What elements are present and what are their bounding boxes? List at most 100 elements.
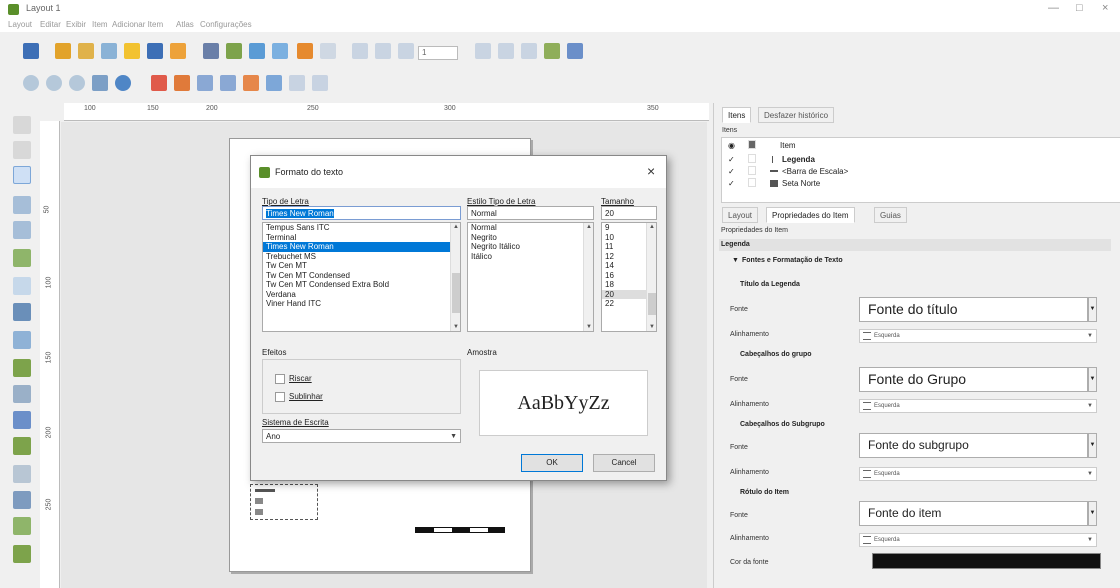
tab-layout[interactable]: Layout	[722, 207, 759, 223]
subgroup-font-button[interactable]: Fonte do subgrupo	[859, 433, 1088, 458]
undo-icon[interactable]	[297, 43, 313, 59]
style-list-item[interactable]: Itálico	[468, 252, 593, 262]
tab-guides[interactable]: Guias	[874, 207, 907, 223]
font-list-item[interactable]: Verdana	[263, 290, 460, 300]
redo-icon[interactable]	[320, 43, 336, 59]
add-legend-icon[interactable]	[13, 359, 31, 377]
lock-items-icon[interactable]	[243, 75, 259, 91]
first-feature-icon[interactable]	[375, 43, 391, 59]
tab-items[interactable]: Itens	[722, 107, 752, 123]
pan-icon[interactable]	[13, 116, 31, 134]
select-move-icon[interactable]	[13, 166, 31, 184]
style-list-item[interactable]: Negrito Itálico	[468, 242, 593, 252]
font-list-item[interactable]: Terminal	[263, 233, 460, 243]
add-scalebar-icon[interactable]	[13, 385, 31, 403]
lower-items-icon[interactable]	[174, 75, 190, 91]
atlas-settings-icon[interactable]	[567, 43, 583, 59]
new-layout-icon[interactable]	[55, 43, 71, 59]
duplicate-layout-icon[interactable]	[78, 43, 94, 59]
font-list-item[interactable]: Tw Cen MT Condensed Extra Bold	[263, 280, 460, 290]
dialog-close-button[interactable]: ×	[647, 163, 655, 179]
scroll-up-icon[interactable]: ▲	[586, 224, 592, 230]
tree-item[interactable]: ✓ Seta Norte	[722, 178, 1120, 189]
zoom-in-icon[interactable]	[23, 75, 39, 91]
scrollbar-thumb[interactable]	[648, 293, 656, 315]
atlas-page-field[interactable]: 1	[418, 46, 458, 60]
style-input[interactable]: Normal	[467, 206, 594, 220]
ok-button[interactable]: OK	[521, 454, 583, 472]
add-table-icon[interactable]	[13, 517, 31, 535]
zoom-out-icon[interactable]	[46, 75, 62, 91]
scroll-up-icon[interactable]: ▲	[649, 224, 655, 230]
resize-icon[interactable]	[312, 75, 328, 91]
chevron-down-icon[interactable]: ▼	[1088, 297, 1097, 322]
item-visible-checkbox[interactable]: ✓	[728, 178, 735, 189]
add-label-icon[interactable]	[13, 411, 31, 429]
font-list-item[interactable]: Tw Cen MT Condensed	[263, 271, 460, 281]
next-feature-icon[interactable]	[475, 43, 491, 59]
menu-settings[interactable]: Configurações	[200, 20, 252, 29]
export-svg-icon[interactable]	[249, 43, 265, 59]
legend-item-preview[interactable]	[250, 484, 318, 520]
title-font-button[interactable]: Fonte do título	[859, 297, 1088, 322]
item-visible-checkbox[interactable]: ✓	[728, 166, 735, 177]
align-left-icon[interactable]	[266, 75, 282, 91]
atlas-export-icon[interactable]	[544, 43, 560, 59]
size-list-scrollbar[interactable]: ▲ ▼	[646, 223, 656, 331]
font-list[interactable]: Tempus Sans ITC Terminal Times New Roman…	[262, 222, 461, 332]
open-template-icon[interactable]	[124, 43, 140, 59]
refresh-icon[interactable]	[115, 75, 131, 91]
subgroup-alignment-select[interactable]: Esquerda ▼	[859, 467, 1097, 481]
font-color-button[interactable]	[872, 553, 1101, 569]
print-icon[interactable]	[203, 43, 219, 59]
atlas-preview-icon[interactable]	[352, 43, 368, 59]
font-list-item[interactable]: Tempus Sans ITC	[263, 223, 460, 233]
chevron-down-icon[interactable]: ▼	[1088, 367, 1097, 392]
strike-checkbox[interactable]	[275, 374, 285, 384]
previous-feature-icon[interactable]	[398, 43, 414, 59]
last-feature-icon[interactable]	[498, 43, 514, 59]
scroll-up-icon[interactable]: ▲	[453, 224, 459, 230]
add-fixed-table-icon[interactable]	[13, 545, 31, 563]
item-alignment-select[interactable]: Esquerda ▼	[859, 533, 1097, 547]
maximize-button[interactable]: □	[1076, 2, 1083, 14]
edit-nodes-icon[interactable]	[13, 221, 31, 239]
add-map-icon[interactable]	[13, 249, 31, 267]
distribute-icon[interactable]	[289, 75, 305, 91]
save-icon[interactable]	[23, 43, 39, 59]
item-font-button[interactable]: Fonte do item	[859, 501, 1088, 526]
group-title[interactable]: Fontes e Formatação de Texto	[742, 257, 843, 264]
add-picture-icon[interactable]	[13, 303, 31, 321]
chevron-down-icon[interactable]: ▼	[1088, 433, 1097, 458]
zoom-full-icon[interactable]	[92, 75, 108, 91]
ungroup-items-icon[interactable]	[220, 75, 236, 91]
export-image-icon[interactable]	[226, 43, 242, 59]
properties-scrollbar[interactable]	[1111, 253, 1120, 588]
menu-edit[interactable]: Editar	[40, 20, 61, 29]
menu-view[interactable]: Exibir	[66, 20, 86, 29]
scroll-down-icon[interactable]: ▼	[586, 324, 592, 330]
font-list-scrollbar[interactable]: ▲ ▼	[450, 223, 460, 331]
group-alignment-select[interactable]: Esquerda ▼	[859, 399, 1097, 413]
font-list-item[interactable]: Trebuchet MS	[263, 252, 460, 262]
script-select[interactable]: Ano ▼	[262, 429, 461, 443]
group-items-icon[interactable]	[197, 75, 213, 91]
close-window-button[interactable]: ×	[1102, 2, 1108, 14]
scrollbar-thumb[interactable]	[452, 273, 460, 313]
menu-item[interactable]: Item	[92, 20, 108, 29]
menu-atlas[interactable]: Atlas	[176, 20, 194, 29]
move-content-icon[interactable]	[13, 196, 31, 214]
add-shape-icon[interactable]	[13, 437, 31, 455]
style-list-scrollbar[interactable]: ▲ ▼	[583, 223, 593, 331]
item-lock-checkbox[interactable]	[748, 166, 756, 175]
export-pdf-icon[interactable]	[272, 43, 288, 59]
size-input[interactable]: 20	[601, 206, 657, 220]
font-input[interactable]: Times New Roman	[262, 206, 461, 220]
font-list-item[interactable]: Times New Roman	[263, 242, 460, 252]
group-expand-icon[interactable]: ▼	[732, 257, 739, 264]
size-list[interactable]: 9 10 11 12 14 16 18 20 22 ▲ ▼	[601, 222, 657, 332]
atlas-print-icon[interactable]	[521, 43, 537, 59]
chevron-down-icon[interactable]: ▼	[1088, 501, 1097, 526]
menu-layout[interactable]: Layout	[8, 20, 32, 29]
item-visible-checkbox[interactable]: ✓	[728, 154, 735, 165]
